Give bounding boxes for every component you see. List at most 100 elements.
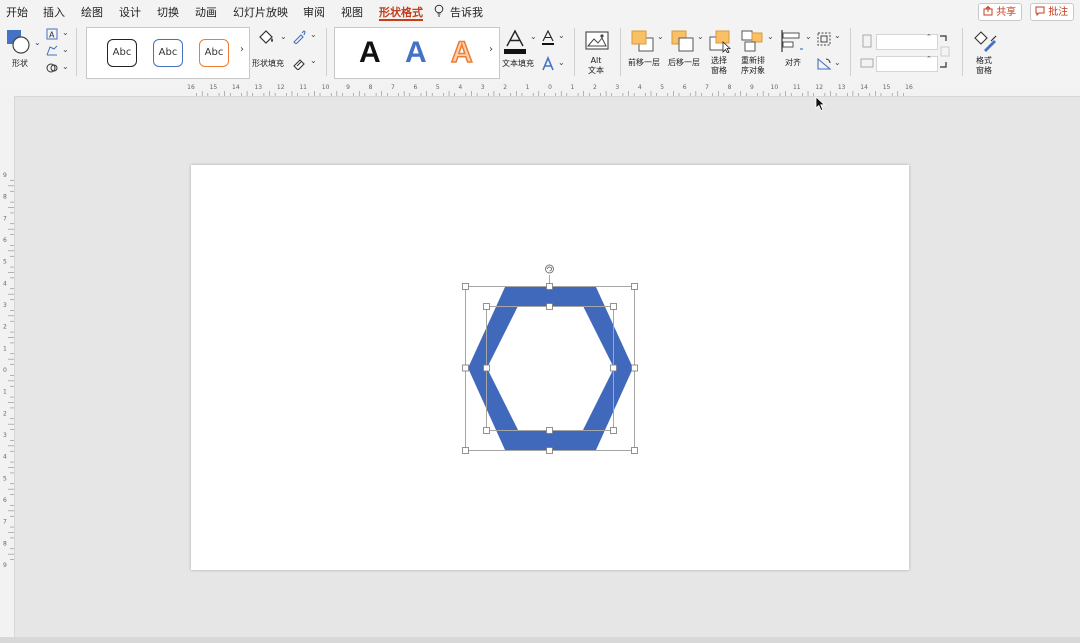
ruler-tick-label: 16 — [187, 84, 195, 91]
chevron-down-icon[interactable]: ⌄ — [62, 62, 69, 71]
mouse-cursor-icon — [815, 96, 826, 112]
group-objects-icon[interactable] — [816, 31, 832, 47]
horizontal-ruler: 16 15 14 13 12 11 10 9 8 7 6 5 4 3 2 1 0 1 2 3 4 5 6 7 8 9 10 11 12 1… — [0, 82, 1080, 97]
ruler-tick-label: 0 — [548, 84, 552, 91]
shape-outline-icon[interactable] — [292, 30, 306, 44]
gallery-more-icon[interactable]: › — [489, 44, 493, 55]
ruler-tick-label: 6 — [3, 237, 7, 244]
chevron-down-icon[interactable]: ⌄ — [62, 28, 69, 37]
shape-style-sample-blue[interactable]: Abc — [153, 39, 183, 67]
share-button[interactable]: 共享 — [978, 3, 1022, 21]
chevron-down-icon[interactable]: ⌄ — [558, 31, 565, 40]
ruler-tick-label: 3 — [481, 84, 485, 91]
active-tab-underline — [379, 19, 423, 21]
ruler-tick-label: 3 — [3, 432, 7, 439]
menu-bar: 开始 插入 绘图 设计 切换 动画 幻灯片放映 审阅 视图 形状格式 告诉我 共… — [0, 0, 1080, 22]
chevron-down-icon[interactable]: ⌄ — [310, 30, 317, 39]
menu-animations[interactable]: 动画 — [195, 4, 217, 20]
comments-button[interactable]: 批注 — [1030, 3, 1074, 21]
align-icon[interactable] — [780, 29, 804, 53]
bring-forward-icon[interactable] — [630, 29, 656, 53]
ruler-tick-label: 10 — [322, 84, 330, 91]
shape-effects-icon[interactable] — [292, 56, 306, 70]
ruler-tick-label: 2 — [3, 410, 7, 417]
edit-shape-icon[interactable] — [46, 45, 58, 57]
text-outline-icon[interactable] — [540, 30, 556, 46]
chevron-down-icon[interactable]: ⌄ — [530, 32, 537, 41]
ribbon-divider — [962, 28, 963, 76]
slide-canvas[interactable] — [191, 165, 909, 570]
selection-pane-label: 选择 窗格 — [711, 56, 727, 75]
ruler-tick-label: 7 — [3, 215, 7, 222]
text-fill-label: 文本填充 — [502, 59, 534, 68]
menu-home[interactable]: 开始 — [6, 4, 28, 20]
wordart-sample-blue[interactable]: A — [405, 38, 427, 68]
ruler-tick-label: 7 — [705, 84, 709, 91]
chevron-down-icon[interactable]: ⌄ — [558, 58, 565, 67]
chevron-down-icon[interactable]: ⌄ — [310, 56, 317, 65]
align-label: 对齐 — [785, 58, 801, 67]
reorder-objects-icon[interactable] — [740, 29, 766, 53]
paint-bucket-icon[interactable] — [256, 28, 276, 48]
chevron-down-icon[interactable]: ⌄ — [834, 58, 841, 67]
ruler-tick-label: 4 — [3, 280, 7, 287]
menu-review[interactable]: 审阅 — [303, 4, 325, 20]
ruler-tick-label: 5 — [436, 84, 440, 91]
merge-shapes-icon[interactable] — [46, 62, 58, 74]
svg-text:A: A — [49, 31, 55, 40]
chevron-down-icon[interactable]: ⌄ — [834, 31, 841, 40]
ruler-tick-label: 2 — [3, 324, 7, 331]
menu-slideshow[interactable]: 幻灯片放映 — [233, 4, 288, 20]
format-pane-icon[interactable] — [972, 29, 998, 53]
menu-insert[interactable]: 插入 — [43, 4, 65, 20]
chevron-down-icon[interactable]: ⌄ — [280, 32, 287, 41]
share-label: 共享 — [996, 7, 1017, 18]
alt-text-icon[interactable] — [585, 29, 611, 51]
ruler-tick-label: 2 — [593, 84, 597, 91]
lock-aspect-ratio-icon[interactable] — [938, 34, 950, 70]
text-box-icon[interactable]: A — [46, 28, 58, 40]
chevron-down-icon[interactable]: ⌄ — [657, 32, 664, 41]
ruler-tick-label: 1 — [3, 389, 7, 396]
status-bar — [0, 637, 1080, 643]
width-spinner-icon[interactable]: ⌃ — [926, 55, 932, 63]
ruler-tick-label: 4 — [458, 84, 462, 91]
ruler-tick-label: 1 — [571, 84, 575, 91]
height-spinner-icon[interactable]: ⌃ — [926, 33, 932, 41]
wordart-sample-black[interactable]: A — [359, 38, 381, 68]
ruler-tick-label: 6 — [3, 497, 7, 504]
ruler-tick-label: 5 — [3, 259, 7, 266]
ruler-tick-label: 11 — [793, 84, 801, 91]
shape-style-sample-orange[interactable]: Abc — [199, 39, 229, 67]
rotate-icon[interactable] — [816, 56, 832, 72]
ruler-tick-label: 8 — [3, 194, 7, 201]
chevron-down-icon[interactable]: ⌄ — [62, 45, 69, 54]
shape-style-sample-dark[interactable]: Abc — [107, 39, 137, 67]
chevron-down-icon[interactable]: ⌄ — [805, 32, 812, 41]
text-fill-icon[interactable] — [502, 29, 528, 55]
shape-insert-icon[interactable] — [6, 29, 32, 55]
ruler-tick-label: 1 — [526, 84, 530, 91]
ruler-tick-label: 1 — [3, 345, 7, 352]
menu-view[interactable]: 视图 — [341, 4, 363, 20]
chevron-down-icon[interactable]: ⌄ — [767, 32, 774, 41]
ruler-tick-label: 6 — [683, 84, 687, 91]
ruler-tick-label: 8 — [3, 540, 7, 547]
gallery-more-icon[interactable]: › — [240, 44, 244, 55]
shape-dropdown-chevron-icon[interactable]: ⌄ — [34, 38, 41, 47]
menu-draw[interactable]: 绘图 — [81, 4, 103, 20]
selection-pane-icon[interactable] — [708, 29, 734, 53]
menu-design[interactable]: 设计 — [119, 4, 141, 20]
send-backward-icon[interactable] — [670, 29, 696, 53]
chevron-down-icon[interactable]: ⌄ — [697, 32, 704, 41]
lightbulb-icon — [434, 4, 444, 17]
wordart-sample-orange[interactable]: A — [450, 37, 473, 69]
shape-height-icon — [862, 34, 872, 48]
ruler-tick-label: 3 — [615, 84, 619, 91]
menu-shape-format[interactable]: 形状格式 — [379, 4, 423, 20]
text-effects-icon[interactable] — [540, 56, 556, 72]
bring-forward-label: 前移一层 — [628, 58, 660, 67]
tell-me-search[interactable]: 告诉我 — [450, 4, 483, 20]
menu-transitions[interactable]: 切换 — [157, 4, 179, 20]
ruler-tick-label: 2 — [503, 84, 507, 91]
